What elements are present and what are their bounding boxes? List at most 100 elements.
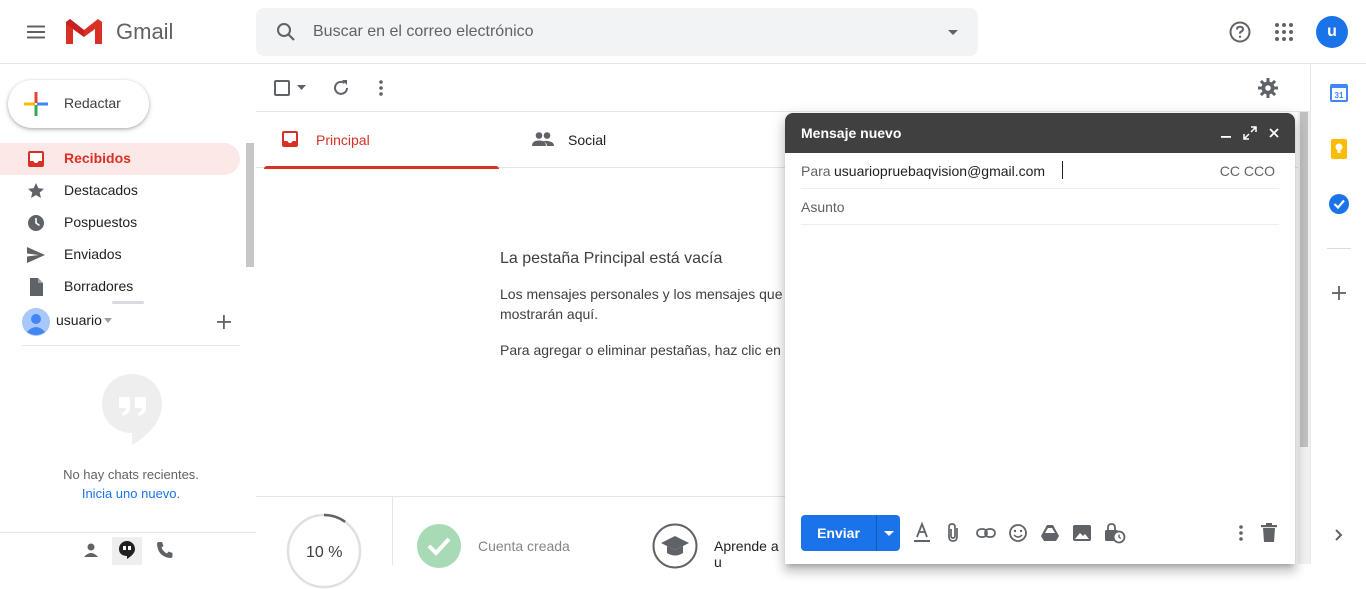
- chevron-right-icon[interactable]: [1335, 529, 1343, 541]
- send-options-button[interactable]: [876, 515, 900, 551]
- close-icon[interactable]: [1267, 126, 1281, 140]
- compose-title: Mensaje nuevo: [801, 125, 902, 141]
- add-chat-plus-icon[interactable]: [216, 314, 232, 330]
- confidential-mode-icon[interactable]: [1104, 522, 1126, 544]
- people-icon: [532, 130, 554, 148]
- nav-item-snoozed[interactable]: Pospuestos: [0, 207, 240, 239]
- resize-handle[interactable]: [112, 301, 144, 304]
- contacts-icon[interactable]: [82, 541, 100, 559]
- emoji-icon[interactable]: [1008, 522, 1028, 544]
- search-bar[interactable]: Buscar en el correo electrónico: [256, 8, 978, 56]
- nav-label: Pospuestos: [64, 214, 138, 230]
- svg-text:31: 31: [1335, 91, 1344, 100]
- empty-state-title: La pestaña Principal está vacía: [500, 250, 723, 267]
- search-icon[interactable]: [274, 20, 298, 44]
- compose-button[interactable]: Redactar: [8, 80, 149, 128]
- compose-header[interactable]: Mensaje nuevo: [785, 113, 1295, 153]
- nav-item-drafts[interactable]: Borradores: [0, 271, 240, 303]
- link-icon[interactable]: [976, 522, 996, 544]
- add-addon-plus-icon[interactable]: [1332, 286, 1346, 300]
- select-chevron-icon[interactable]: [297, 85, 306, 91]
- top-header: Gmail Buscar en el correo electrónico u: [0, 0, 1366, 64]
- phone-icon[interactable]: [156, 541, 174, 559]
- chevron-down-icon: [884, 531, 894, 536]
- divider: [1327, 248, 1351, 249]
- calendar-icon[interactable]: 31: [1330, 84, 1348, 102]
- mail-toolbar: [256, 64, 1310, 112]
- more-options-icon[interactable]: [1238, 522, 1244, 544]
- star-icon: [26, 182, 46, 200]
- hangouts-user[interactable]: usuario: [22, 306, 242, 338]
- tab-label: Social: [568, 132, 607, 148]
- nav-label: Recibidos: [64, 150, 131, 166]
- start-chat-link[interactable]: Inicia uno nuevo.: [0, 486, 262, 501]
- drive-icon[interactable]: [1040, 522, 1060, 544]
- help-icon[interactable]: [1228, 20, 1252, 44]
- setup-step-learn[interactable]: Aprende a u: [714, 538, 786, 570]
- nav-label: Enviados: [64, 246, 122, 262]
- search-input[interactable]: Buscar en el correo electrónico: [313, 23, 534, 41]
- chevron-down-icon[interactable]: [104, 318, 112, 324]
- text-cursor: [1062, 161, 1063, 179]
- tab-primary[interactable]: Principal: [264, 112, 500, 169]
- empty-state-text: mostrarán aquí.: [500, 306, 599, 322]
- minimize-icon[interactable]: [1219, 126, 1233, 140]
- subject-input[interactable]: Asunto: [801, 199, 845, 215]
- nav-label: Destacados: [64, 182, 138, 198]
- active-tab-indicator: [264, 166, 499, 169]
- account-avatar[interactable]: u: [1316, 16, 1348, 48]
- empty-state-text: Para agregar o eliminar pestañas, haz cl…: [500, 342, 795, 358]
- graduation-cap-icon[interactable]: [652, 523, 698, 569]
- hangouts-bottom-bar: [0, 532, 256, 565]
- to-field-row: Para usuariopruebaqvision@gmail.com CC C…: [801, 153, 1279, 189]
- compose-window: Mensaje nuevo Para usuariopruebaqvision@…: [785, 113, 1295, 564]
- more-vert-icon[interactable]: [378, 79, 384, 97]
- apps-grid-icon[interactable]: [1274, 22, 1294, 42]
- inbox-icon: [26, 150, 46, 168]
- formatting-icon[interactable]: [912, 522, 932, 544]
- divider: [22, 345, 240, 346]
- tab-social[interactable]: Social: [516, 112, 752, 168]
- select-checkbox[interactable]: [274, 80, 290, 96]
- no-chats-text: No hay chats recientes.: [63, 467, 199, 482]
- tab-label: Principal: [316, 132, 370, 148]
- to-input[interactable]: usuariopruebaqvision@gmail.com: [834, 163, 1045, 179]
- attachment-icon[interactable]: [946, 522, 960, 544]
- inbox-icon: [280, 130, 300, 148]
- subject-field[interactable]: Asunto: [801, 189, 1279, 225]
- settings-gear-icon[interactable]: [1258, 78, 1278, 98]
- clock-icon: [26, 214, 46, 232]
- draft-icon: [26, 278, 46, 296]
- hangouts-tab[interactable]: [112, 537, 142, 565]
- divider: [392, 497, 393, 565]
- insert-photo-icon[interactable]: [1072, 522, 1092, 544]
- message-body[interactable]: [801, 225, 1279, 505]
- plus-icon: [24, 92, 48, 116]
- setup-step-account: Cuenta creada: [478, 538, 570, 554]
- to-label: Para: [801, 163, 831, 179]
- user-avatar-icon: [22, 308, 50, 336]
- refresh-icon[interactable]: [332, 79, 350, 97]
- discard-draft-icon[interactable]: [1260, 522, 1278, 544]
- setup-progress-strip: 10 % Cuenta creada Aprende a u: [256, 496, 786, 589]
- cc-bcc-link[interactable]: CC CCO: [1220, 163, 1275, 179]
- keep-icon[interactable]: [1331, 139, 1347, 159]
- send-icon: [26, 246, 46, 264]
- search-options-chevron-icon[interactable]: [946, 25, 960, 39]
- expand-icon[interactable]: [1243, 126, 1257, 140]
- tasks-icon[interactable]: [1329, 194, 1349, 214]
- main-menu-icon[interactable]: [22, 18, 50, 46]
- nav-label: Borradores: [64, 278, 134, 294]
- nav-item-sent[interactable]: Enviados: [0, 239, 240, 271]
- send-button[interactable]: Enviar: [801, 515, 876, 551]
- nav-scrollbar[interactable]: [246, 143, 254, 267]
- progress-percent: 10 %: [306, 544, 343, 561]
- nav-item-inbox[interactable]: Recibidos: [0, 143, 240, 175]
- app-name[interactable]: Gmail: [116, 19, 173, 45]
- hangouts-quote-icon: [101, 373, 163, 445]
- gmail-logo-icon[interactable]: [64, 16, 104, 48]
- hangouts-icon: [119, 541, 135, 559]
- main-scrollbar-thumb[interactable]: [1300, 112, 1308, 447]
- nav-item-starred[interactable]: Destacados: [0, 175, 240, 207]
- hangouts-user-name: usuario: [56, 312, 102, 328]
